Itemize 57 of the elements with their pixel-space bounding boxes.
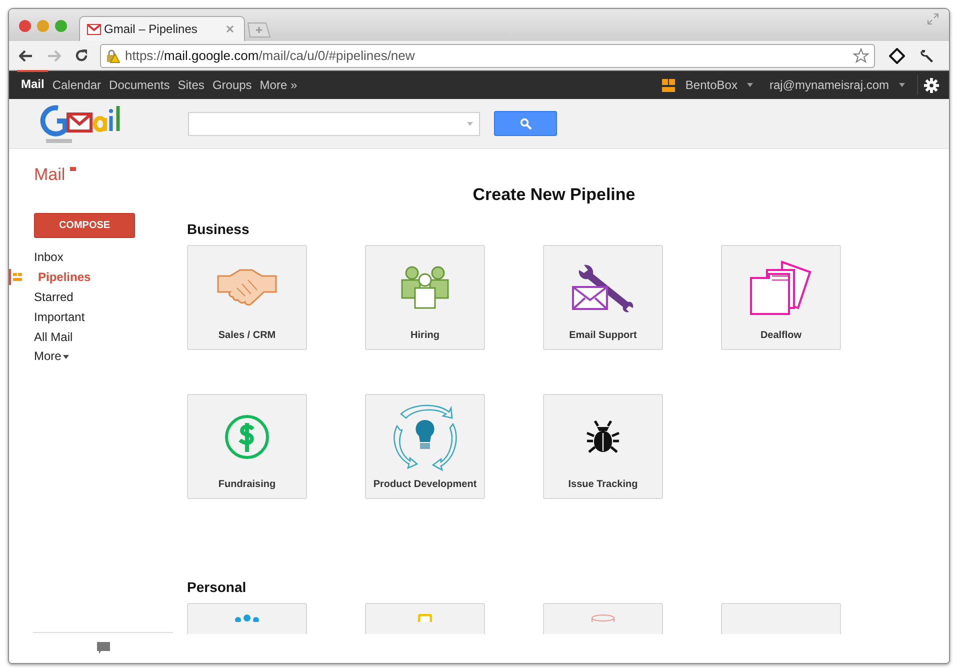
back-icon[interactable] xyxy=(19,50,33,62)
cylinder-icon xyxy=(591,614,615,622)
handshake-icon xyxy=(217,268,277,308)
lock-warning-icon xyxy=(106,48,120,62)
more-link[interactable]: More xyxy=(34,347,62,365)
google-bar-link[interactable]: More » xyxy=(256,78,302,92)
extension-menu[interactable]: BentoBox xyxy=(681,78,742,92)
pipeline-tile[interactable]: Product Development xyxy=(365,394,485,499)
page-title: Create New Pipeline xyxy=(472,185,636,205)
section-heading: Business xyxy=(187,221,250,238)
folder-link[interactable]: Pipelines xyxy=(38,267,91,287)
section-heading: Personal xyxy=(187,579,248,596)
bug-icon xyxy=(585,419,621,455)
reload-icon[interactable] xyxy=(75,49,88,62)
wrench-icon[interactable] xyxy=(919,48,935,64)
mail-menu[interactable]: Mail xyxy=(34,165,66,185)
close-window-button[interactable] xyxy=(19,20,31,32)
folder-link[interactable]: Starred xyxy=(34,287,74,307)
pipeline-tile[interactable]: Issue Tracking xyxy=(543,394,663,499)
fullscreen-icon[interactable] xyxy=(927,13,939,25)
minimize-window-button[interactable] xyxy=(37,20,49,32)
google-bar-link[interactable]: Calendar xyxy=(48,78,106,92)
dropdown-caret-icon[interactable] xyxy=(467,122,473,126)
pipeline-grid-icon xyxy=(9,269,24,285)
envelope-icon xyxy=(87,24,101,34)
search-button[interactable] xyxy=(494,111,557,136)
zoom-window-button[interactable] xyxy=(55,20,67,32)
folders-icon xyxy=(750,260,812,316)
dots-icon xyxy=(234,614,260,622)
google-bar-link[interactable]: Documents xyxy=(105,78,174,92)
pipeline-tile[interactable]: Sales / CRM xyxy=(187,245,307,350)
address-bar[interactable]: https://mail.google.com/mail/ca/u/0/#pipelines/new xyxy=(100,44,875,68)
browser-tab[interactable]: Gmail – Pipelines xyxy=(79,16,245,41)
star-icon[interactable] xyxy=(853,48,869,64)
pipeline-tile[interactable]: Fundraising xyxy=(187,394,307,499)
search-icon xyxy=(520,118,532,130)
close-icon[interactable] xyxy=(226,25,234,33)
people-icon xyxy=(400,266,450,310)
search-field[interactable] xyxy=(188,112,480,136)
envelope-wrench-icon xyxy=(572,263,634,313)
google-bar-link[interactable]: Groups xyxy=(208,78,256,92)
compose-button[interactable]: COMPOSE xyxy=(34,213,135,238)
settings-icon[interactable] xyxy=(924,78,939,92)
new-tab-button[interactable] xyxy=(247,22,271,38)
folder-link[interactable]: Important xyxy=(34,307,85,327)
bento-grid-icon xyxy=(662,78,676,92)
pipeline-tile[interactable]: Dealflow xyxy=(721,245,841,350)
pipeline-tile[interactable]: Email Support xyxy=(543,245,663,350)
dollar-circle-icon xyxy=(224,414,270,460)
account-menu[interactable]: raj@mynameisraj.com xyxy=(765,78,893,92)
forward-icon[interactable] xyxy=(47,50,61,62)
folder-link[interactable]: Inbox xyxy=(34,247,64,267)
diamond-icon[interactable] xyxy=(889,48,905,64)
folder-link[interactable]: All Mail xyxy=(34,327,73,347)
pipeline-tile[interactable]: Hiring xyxy=(365,245,485,350)
chat-icon[interactable] xyxy=(96,642,110,654)
google-bar-link[interactable]: Sites xyxy=(174,78,208,92)
